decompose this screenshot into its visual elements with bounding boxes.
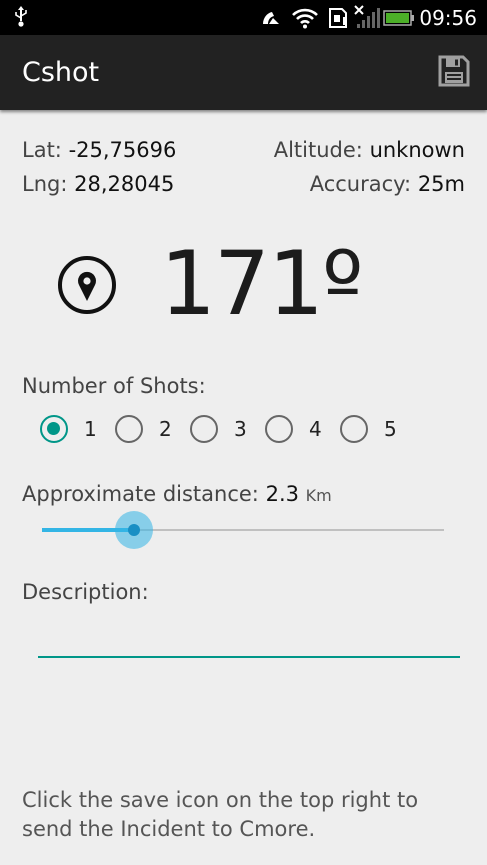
distance-label: Approximate distance: bbox=[22, 482, 259, 506]
radio-label: 2 bbox=[159, 417, 172, 441]
longitude-value: 28,28045 bbox=[74, 172, 175, 196]
action-bar: Cshot bbox=[0, 35, 487, 110]
distance-value: 2.3 bbox=[265, 482, 299, 506]
save-icon bbox=[438, 55, 470, 91]
battery-icon bbox=[383, 10, 415, 30]
altitude-value: unknown bbox=[369, 138, 465, 162]
radio-button[interactable] bbox=[190, 415, 218, 443]
compass-pin-icon bbox=[56, 254, 118, 320]
shots-option-3[interactable]: 3 bbox=[190, 414, 247, 444]
distance-slider[interactable] bbox=[42, 508, 444, 552]
accuracy-row: Accuracy: 25m bbox=[310, 172, 465, 196]
shots-option-2[interactable]: 2 bbox=[115, 414, 172, 444]
distance-unit: Km bbox=[305, 486, 332, 505]
altitude-row: Altitude: unknown bbox=[274, 138, 465, 162]
radio-button[interactable] bbox=[40, 415, 68, 443]
latitude-value: -25,75696 bbox=[68, 138, 177, 162]
radio-button[interactable] bbox=[340, 415, 368, 443]
heading-value: 171º bbox=[160, 232, 363, 335]
distance-row: Approximate distance: 2.3 Km bbox=[22, 482, 332, 506]
shots-option-5[interactable]: 5 bbox=[340, 414, 397, 444]
shots-option-4[interactable]: 4 bbox=[265, 414, 322, 444]
status-bar: 09:56 bbox=[0, 0, 487, 35]
radio-label: 3 bbox=[234, 417, 247, 441]
radio-label: 4 bbox=[309, 417, 322, 441]
notification-icon bbox=[261, 10, 281, 30]
signal-icon bbox=[353, 4, 381, 34]
shots-label: Number of Shots: bbox=[22, 374, 206, 398]
longitude-row: Lng: 28,28045 bbox=[22, 172, 174, 196]
radio-button[interactable] bbox=[115, 415, 143, 443]
save-hint-text: Click the save icon on the top right to … bbox=[22, 788, 419, 841]
longitude-label: Lng: bbox=[22, 172, 68, 196]
app-title: Cshot bbox=[22, 57, 100, 88]
shots-option-1[interactable]: 1 bbox=[40, 414, 97, 444]
wifi-icon bbox=[291, 7, 319, 33]
altitude-label: Altitude: bbox=[273, 138, 363, 162]
latitude-label: Lat: bbox=[22, 138, 62, 162]
radio-label: 5 bbox=[384, 417, 397, 441]
usb-icon bbox=[14, 6, 28, 32]
accuracy-label: Accuracy: bbox=[309, 172, 412, 196]
radio-label: 1 bbox=[84, 417, 97, 441]
slider-thumb[interactable] bbox=[128, 524, 140, 536]
clock: 09:56 bbox=[419, 6, 477, 30]
latitude-row: Lat: -25,75696 bbox=[22, 138, 176, 162]
description-label: Description: bbox=[22, 580, 149, 604]
radio-button[interactable] bbox=[265, 415, 293, 443]
sd-card-icon bbox=[327, 7, 349, 33]
description-input[interactable] bbox=[38, 622, 460, 658]
save-button[interactable] bbox=[432, 51, 476, 95]
accuracy-value: 25m bbox=[417, 172, 465, 196]
